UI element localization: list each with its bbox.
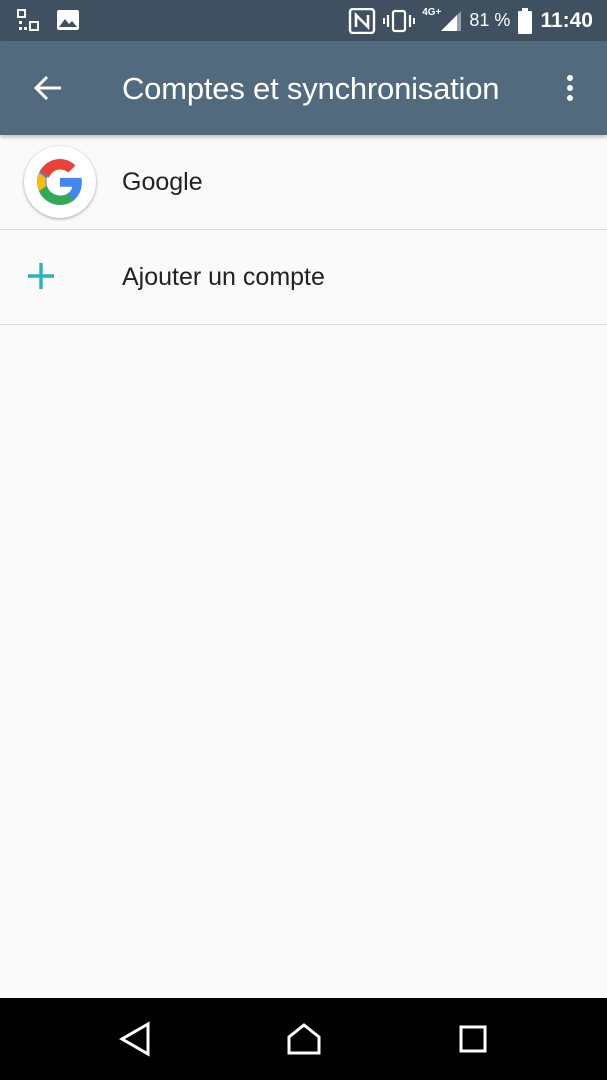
account-item-google[interactable]: Google: [0, 135, 607, 230]
page-title: Comptes et synchronisation: [122, 71, 500, 106]
back-button[interactable]: [22, 66, 74, 110]
account-label: Google: [122, 168, 203, 196]
plus-icon: [28, 263, 54, 289]
nav-back-icon: [118, 1021, 150, 1057]
navigation-bar: [0, 998, 607, 1080]
nfc-icon: [349, 7, 376, 34]
add-account-label: Ajouter un compte: [122, 263, 325, 291]
nav-home-button[interactable]: [274, 1014, 334, 1064]
battery-percent: 81 %: [469, 10, 511, 30]
more-vert-icon: [567, 75, 573, 101]
status-notifications: [16, 8, 80, 32]
battery-icon: [518, 7, 533, 34]
vibrate-icon: [383, 9, 416, 32]
nav-recents-button[interactable]: [443, 1014, 503, 1064]
clock: 11:40: [540, 8, 593, 32]
signal-icon: [441, 10, 462, 31]
app-toolbar: Comptes et synchronisation: [0, 41, 607, 135]
nav-home-icon: [287, 1023, 321, 1055]
arrow-left-icon: [33, 75, 61, 101]
add-account-item[interactable]: Ajouter un compte: [0, 230, 607, 325]
screen-mirror-icon: [17, 9, 39, 31]
google-avatar: [24, 146, 96, 218]
status-bar: 4G+ 81 % 11:40: [0, 0, 607, 41]
google-logo-icon: [37, 159, 82, 205]
image-icon: [57, 10, 79, 30]
nav-back-button[interactable]: [105, 1014, 165, 1064]
nav-recents-icon: [459, 1025, 487, 1053]
network-type-label: 4G+: [422, 7, 442, 18]
status-system: 4G+ 81 % 11:40: [348, 0, 593, 41]
accounts-list: Google Ajouter un compte: [0, 135, 607, 325]
more-options-button[interactable]: [548, 66, 592, 110]
